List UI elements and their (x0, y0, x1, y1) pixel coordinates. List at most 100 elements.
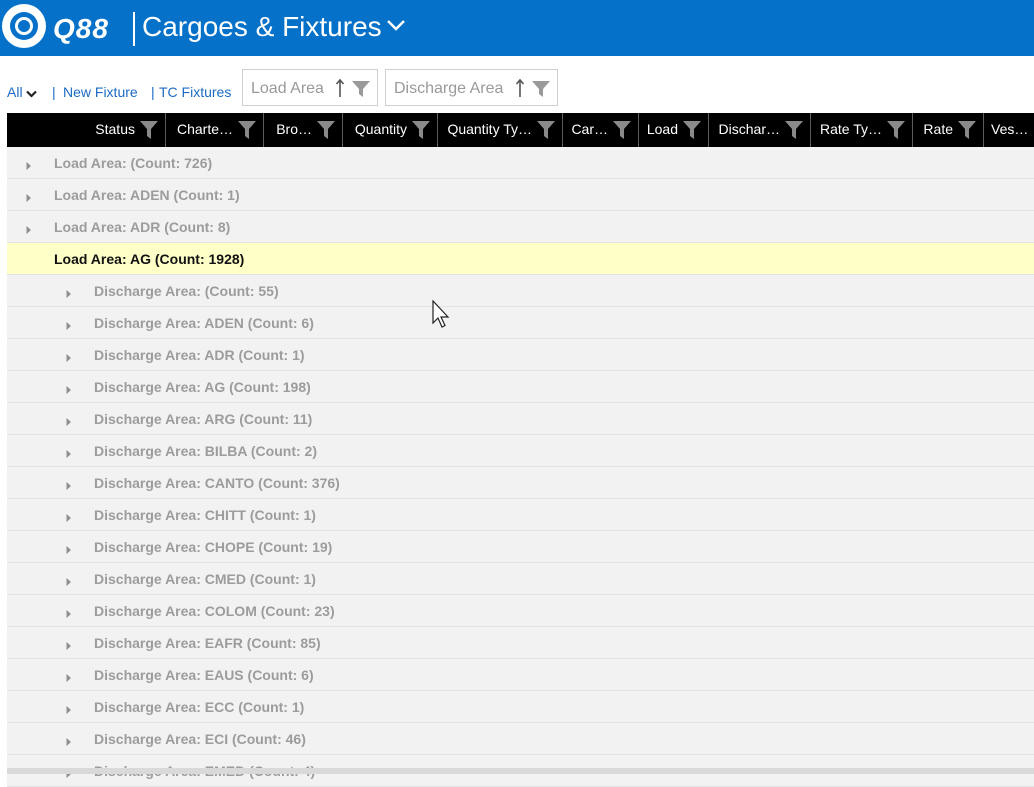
chevron-down-icon[interactable] (386, 18, 406, 37)
group-row-label: Discharge Area: (Count: 55) (94, 283, 279, 299)
group-row-label: Load Area: ADEN (Count: 1) (54, 187, 240, 203)
group-row-label: Discharge Area: CHITT (Count: 1) (94, 507, 316, 523)
filter-icon[interactable] (411, 119, 431, 144)
column-header-quantity-type[interactable]: Quantity Ty… (438, 113, 563, 147)
toolbar-separator: | (151, 84, 155, 100)
discharge-area-group-row[interactable]: Discharge Area: EAFR (Count: 85) (7, 627, 1034, 659)
discharge-area-group-row[interactable]: Discharge Area: ECI (Count: 46) (7, 723, 1034, 755)
filter-icon[interactable] (886, 119, 906, 144)
load-area-group-row[interactable]: Load Area: ADR (Count: 8) (7, 211, 1034, 243)
filter-icon[interactable] (531, 79, 551, 104)
caret-right-icon[interactable] (65, 734, 73, 750)
discharge-area-group-row[interactable]: Discharge Area: AG (Count: 198) (7, 371, 1034, 403)
discharge-area-group-row[interactable]: Discharge Area: CHOPE (Count: 19) (7, 531, 1034, 563)
load-area-group-row[interactable]: Load Area: ADEN (Count: 1) (7, 179, 1034, 211)
group-row-label: Discharge Area: AG (Count: 198) (94, 379, 311, 395)
group-row-label: Discharge Area: ARG (Count: 11) (94, 411, 313, 427)
group-by-load-area-chip[interactable]: Load Area (242, 69, 378, 106)
sort-ascending-icon[interactable] (515, 78, 525, 103)
discharge-area-group-row[interactable]: Discharge Area: ADEN (Count: 6) (7, 307, 1034, 339)
caret-right-icon[interactable] (65, 670, 73, 686)
new-fixture-link[interactable]: New Fixture (63, 84, 138, 100)
column-header-rate-type[interactable]: Rate Ty… (811, 113, 913, 147)
group-row-label: Discharge Area: CHOPE (Count: 19) (94, 539, 333, 555)
page-title: Cargoes & Fixtures (142, 11, 382, 42)
discharge-area-group-row[interactable]: Discharge Area: CHITT (Count: 1) (7, 499, 1034, 531)
group-row-label: Load Area: (Count: 726) (54, 155, 213, 171)
caret-right-icon[interactable] (65, 382, 73, 398)
column-header-status[interactable]: Status (7, 113, 166, 147)
column-header-broker[interactable]: Bro… (264, 113, 343, 147)
q88-logo-icon (2, 4, 46, 48)
column-header-quantity[interactable]: Quantity (343, 113, 438, 147)
group-row-label: Discharge Area: EAUS (Count: 6) (94, 667, 314, 683)
caret-right-icon[interactable] (65, 702, 73, 718)
filter-icon[interactable] (139, 119, 159, 144)
all-dropdown-label: All (7, 84, 23, 100)
header-divider (133, 12, 135, 46)
caret-down-icon[interactable] (25, 254, 35, 270)
filter-icon[interactable] (536, 119, 556, 144)
group-row-label: Load Area: ADR (Count: 8) (54, 219, 231, 235)
caret-right-icon[interactable] (65, 574, 73, 590)
group-by-label: Load Area (251, 80, 324, 97)
caret-right-icon[interactable] (65, 350, 73, 366)
group-row-label: Discharge Area: ECC (Count: 1) (94, 699, 305, 715)
discharge-area-group-row[interactable]: Discharge Area: ARG (Count: 11) (7, 403, 1034, 435)
column-header-rate[interactable]: Rate (913, 113, 984, 147)
filter-icon[interactable] (612, 119, 632, 144)
group-row-label: Discharge Area: ADR (Count: 1) (94, 347, 305, 363)
horizontal-scrollbar[interactable] (7, 768, 1034, 774)
load-area-group-row[interactable]: Load Area: (Count: 726) (7, 147, 1034, 179)
caret-right-icon[interactable] (65, 286, 73, 302)
group-row-label: Discharge Area: CMED (Count: 1) (94, 571, 316, 587)
discharge-area-group-row[interactable]: Discharge Area: BILBA (Count: 2) (7, 435, 1034, 467)
discharge-area-group-row[interactable]: Discharge Area: EAUS (Count: 6) (7, 659, 1034, 691)
group-rows: Load Area: (Count: 726) Load Area: ADEN (… (7, 147, 1034, 787)
sort-ascending-icon[interactable] (335, 78, 345, 103)
caret-right-icon[interactable] (65, 446, 73, 462)
column-header-vessel[interactable]: Ves… (984, 113, 1034, 147)
mouse-cursor-icon (432, 299, 452, 335)
column-header-load[interactable]: Load (639, 113, 709, 147)
group-row-label: Load Area: AG (Count: 1928) (54, 251, 245, 267)
discharge-area-group-row[interactable]: Discharge Area: CANTO (Count: 376) (7, 467, 1034, 499)
chevron-down-icon (25, 85, 37, 101)
caret-right-icon[interactable] (65, 542, 73, 558)
caret-right-icon[interactable] (25, 222, 33, 238)
caret-right-icon[interactable] (65, 638, 73, 654)
filter-icon[interactable] (682, 119, 702, 144)
column-header-cargo[interactable]: Car… (563, 113, 639, 147)
column-header-charterer[interactable]: Charte… (166, 113, 264, 147)
caret-right-icon[interactable] (25, 158, 33, 174)
group-row-label: Discharge Area: ADEN (Count: 6) (94, 315, 314, 331)
group-row-label: Discharge Area: EAFR (Count: 85) (94, 635, 321, 651)
toolbar-separator: | (52, 84, 56, 100)
tc-fixtures-link[interactable]: TC Fixtures (159, 84, 231, 100)
filter-icon[interactable] (351, 79, 371, 104)
caret-right-icon[interactable] (65, 606, 73, 622)
group-row-label: Discharge Area: BILBA (Count: 2) (94, 443, 317, 459)
logo-text: Q88 (53, 13, 109, 44)
caret-right-icon[interactable] (65, 414, 73, 430)
all-dropdown[interactable]: All (7, 84, 37, 101)
discharge-area-group-row[interactable]: Discharge Area: COLOM (Count: 23) (7, 595, 1034, 627)
discharge-area-group-row[interactable]: Discharge Area: ECC (Count: 1) (7, 691, 1034, 723)
load-area-group-row[interactable]: Load Area: AG (Count: 1928) (7, 243, 1034, 275)
filter-icon[interactable] (957, 119, 977, 144)
toolbar: All | New Fixture | TC Fixtures Load Are… (0, 66, 1034, 112)
group-by-discharge-area-chip[interactable]: Discharge Area (385, 69, 558, 106)
filter-icon[interactable] (316, 119, 336, 144)
app-header: Q88 Cargoes & Fixtures (0, 0, 1034, 56)
discharge-area-group-row[interactable]: Discharge Area: (Count: 55) (7, 275, 1034, 307)
filter-icon[interactable] (237, 119, 257, 144)
caret-right-icon[interactable] (65, 478, 73, 494)
caret-right-icon[interactable] (65, 510, 73, 526)
discharge-area-group-row[interactable]: Discharge Area: ADR (Count: 1) (7, 339, 1034, 371)
column-header-discharge[interactable]: Dischar… (709, 113, 811, 147)
filter-icon[interactable] (784, 119, 804, 144)
group-row-label: Discharge Area: CANTO (Count: 376) (94, 475, 340, 491)
discharge-area-group-row[interactable]: Discharge Area: CMED (Count: 1) (7, 563, 1034, 595)
caret-right-icon[interactable] (65, 318, 73, 334)
caret-right-icon[interactable] (25, 190, 33, 206)
